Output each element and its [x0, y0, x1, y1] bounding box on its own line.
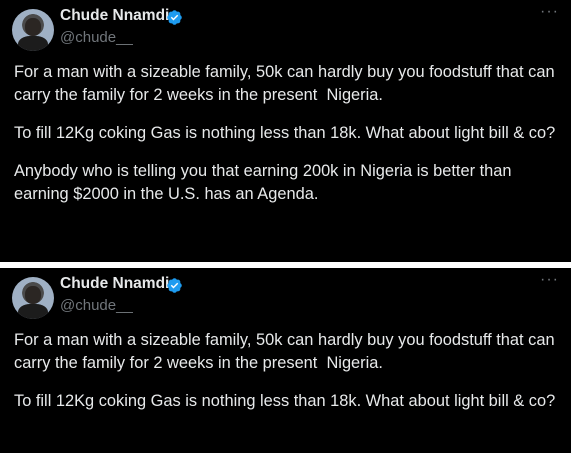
- tweet-card[interactable]: Chude Nnamdi @chude__ ··· For a man with…: [0, 0, 571, 262]
- author-handle[interactable]: @chude__: [60, 297, 133, 314]
- author-handle[interactable]: @chude__: [60, 29, 133, 46]
- tweet-paragraph: To fill 12Kg coking Gas is nothing less …: [14, 392, 556, 410]
- more-options-icon[interactable]: ···: [540, 4, 559, 20]
- tweet-paragraph: For a man with a sizeable family, 50k ca…: [14, 63, 560, 104]
- verified-badge-icon: [167, 10, 182, 25]
- tweet-paragraph: To fill 12Kg coking Gas is nothing less …: [14, 124, 556, 142]
- tweet-paragraph: For a man with a sizeable family, 50k ca…: [14, 331, 560, 372]
- author-display-name[interactable]: Chude Nnamdi: [60, 275, 169, 293]
- more-options-icon[interactable]: ···: [540, 272, 559, 288]
- tweet-paragraph: Anybody who is telling you that earning …: [14, 162, 517, 203]
- verified-badge-icon: [167, 278, 182, 293]
- avatar[interactable]: [12, 277, 54, 319]
- tweet-card[interactable]: Chude Nnamdi @chude__ ··· For a man with…: [0, 268, 571, 453]
- author-display-name[interactable]: Chude Nnamdi: [60, 7, 169, 25]
- tweet-text: For a man with a sizeable family, 50k ca…: [14, 329, 559, 428]
- tweet-text: For a man with a sizeable family, 50k ca…: [14, 61, 559, 221]
- avatar[interactable]: [12, 9, 54, 51]
